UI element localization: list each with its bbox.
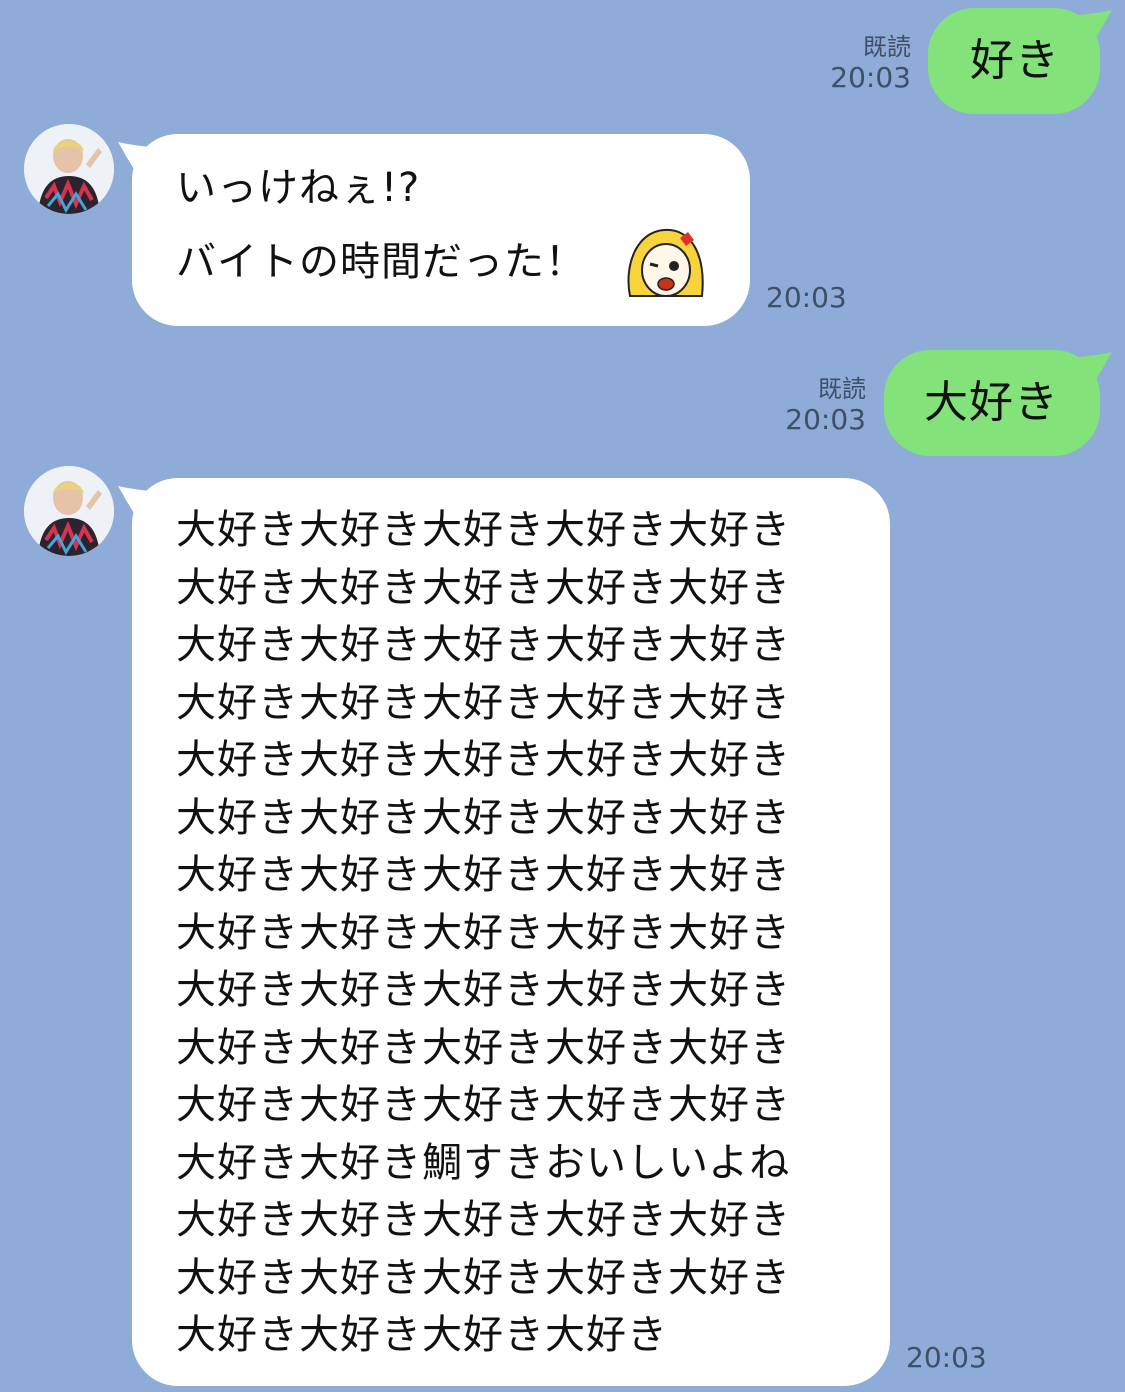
read-receipt: 既読 xyxy=(863,33,911,61)
message-text-line: 大好き大好き大好き大好き大好き xyxy=(176,737,791,783)
incoming-message-bubble[interactable]: いっけねぇ!? バイトの時間だった！ xyxy=(118,134,750,326)
message-text-line: 大好き大好き大好き大好き大好き xyxy=(176,1024,791,1071)
bubble-tail-icon xyxy=(1070,10,1112,46)
message-text-line: 大好き大好き大好き大好き大好き xyxy=(176,852,791,898)
message-meta: 既読 20:03 xyxy=(830,32,911,94)
message-text-line: 大好き大好き大好き大好き xyxy=(176,1312,668,1358)
message-time: 20:03 xyxy=(785,403,866,436)
message-text-line: 大好き大好き大好き大好き大好き xyxy=(176,1254,791,1301)
bubble-tail-icon xyxy=(118,142,160,178)
message-text-line: いっけねぇ!? xyxy=(176,165,421,211)
message-text-line: 大好き大好き大好き大好き大好き xyxy=(176,622,791,668)
message-text-line: 大好き大好き大好き大好き大好き xyxy=(176,909,791,956)
message-text-line: 大好き大好き大好き大好き大好き xyxy=(176,1082,791,1128)
message-time: 20:03 xyxy=(906,1341,987,1374)
message-text: 大好き xyxy=(924,377,1059,428)
user-avatar-icon xyxy=(24,124,114,214)
message-text: 好き xyxy=(970,35,1060,86)
read-receipt: 既読 xyxy=(818,375,866,403)
message-text-line: 大好き大好き大好き大好き大好き xyxy=(176,967,791,1013)
outgoing-message-bubble[interactable]: 好き xyxy=(928,8,1112,114)
message-text-line: 大好き大好き大好き大好き大好き xyxy=(176,564,791,611)
message-text-line: 大好き大好き大好き大好き大好き xyxy=(176,507,791,553)
message-text-line: 大好き大好き大好き大好き大好き xyxy=(176,679,791,726)
message-meta: 既読 20:03 xyxy=(785,374,866,436)
surprised-girl-emoji-icon xyxy=(622,226,708,302)
user-avatar-icon xyxy=(24,466,114,556)
message-text-line: バイトの時間だった！ xyxy=(176,239,586,285)
avatar[interactable] xyxy=(24,124,114,214)
message-time: 20:03 xyxy=(830,61,911,94)
bubble-tail-icon xyxy=(1070,352,1112,388)
chat-view: 既読 20:03 好き いっけねぇ!? バイトの時間だった！ 20:03 既読 … xyxy=(0,0,1125,1392)
bubble-tail-icon xyxy=(118,486,160,522)
message-text-line: 大好き大好き大好き大好き大好き xyxy=(176,794,791,841)
message-text-line: 大好き大好き大好き大好き大好き xyxy=(176,1197,791,1243)
outgoing-message-bubble[interactable]: 大好き xyxy=(884,350,1112,456)
avatar[interactable] xyxy=(24,466,114,556)
message-text-line: 大好き大好き鯛すきおいしいよね xyxy=(176,1139,791,1186)
message-time: 20:03 xyxy=(766,281,847,314)
message-text-block: 大好き大好き大好き大好き大好き 大好き大好き大好き大好き大好き 大好き大好き大好… xyxy=(176,502,791,1365)
incoming-message-bubble[interactable]: 大好き大好き大好き大好き大好き 大好き大好き大好き大好き大好き 大好き大好き大好… xyxy=(118,478,890,1386)
